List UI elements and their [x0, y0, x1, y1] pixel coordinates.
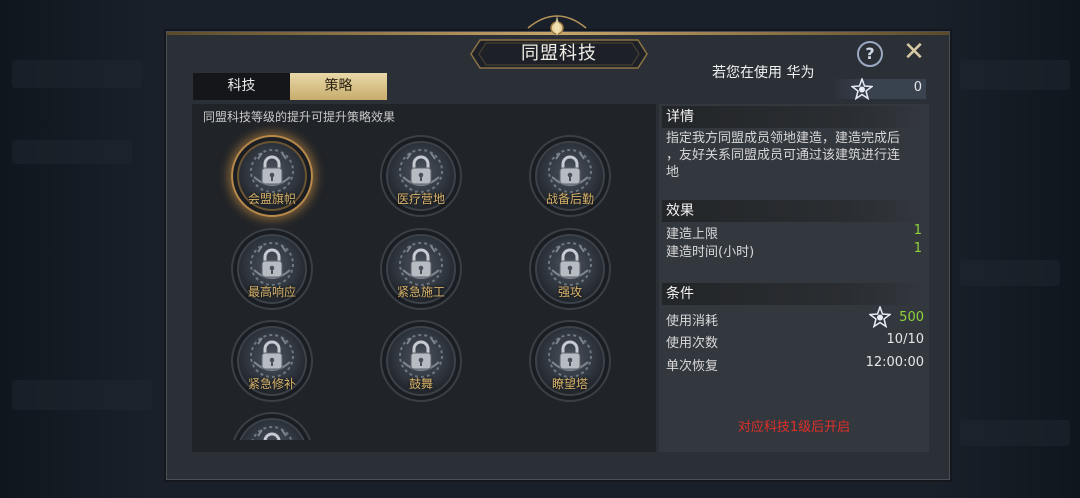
strategy-node[interactable]: 最高响应	[231, 228, 313, 310]
tab-bar: 科技 策略	[193, 73, 387, 100]
recover-label: 单次恢复	[666, 359, 719, 374]
details-line-3: 地	[666, 165, 680, 180]
node-label: 鼓舞	[408, 377, 433, 391]
star-crystal-icon	[869, 306, 891, 328]
lock-icon	[409, 155, 433, 185]
strategy-node[interactable]: 紧急修补	[231, 320, 313, 402]
tab-strategy[interactable]: 策略	[290, 73, 387, 100]
effect-label-time: 建造时间(小时)	[666, 245, 755, 260]
node-label: 战备后勤	[545, 192, 594, 206]
strategy-node[interactable]: 紧急施工	[380, 228, 462, 310]
node-label: 医疗营地	[396, 192, 445, 206]
cost-value: 500	[899, 310, 924, 325]
notice-text: 若您在使用 华为	[712, 65, 815, 81]
node-label: 紧急施工	[396, 285, 445, 299]
help-icon[interactable]: ?	[857, 41, 883, 67]
strategy-description: 同盟科技等级的提升可提升策略效果	[203, 110, 396, 124]
tab-tech[interactable]: 科技	[193, 73, 290, 100]
lock-icon	[260, 248, 284, 278]
strategy-node[interactable]: 医疗营地	[380, 135, 462, 217]
lock-icon	[260, 432, 284, 440]
resource-amount: 0	[913, 80, 922, 95]
strategy-node[interactable]: 战备后勤	[529, 135, 611, 217]
node-label: 瞭望塔	[551, 377, 588, 391]
window-title: 同盟科技	[521, 43, 597, 64]
details-line-2: ，友好关系同盟成员可通过该建筑进行连	[666, 148, 901, 163]
details-heading: 详情	[662, 106, 926, 128]
effect-value-cap: 1	[913, 223, 922, 238]
lock-icon	[558, 340, 582, 370]
lock-icon	[260, 340, 284, 370]
effects-heading: 效果	[662, 200, 926, 222]
strategy-node[interactable]: 会盟旗帜	[231, 135, 313, 217]
star-crystal-icon	[851, 78, 873, 100]
close-icon[interactable]: ✕	[902, 39, 926, 65]
strategy-node[interactable]: 强攻	[529, 228, 611, 310]
node-label: 紧急修补	[247, 377, 296, 391]
cost-label: 使用消耗	[666, 314, 719, 329]
node-label: 最高响应	[247, 285, 296, 299]
lock-icon	[409, 248, 433, 278]
recover-value: 12:00:00	[865, 355, 924, 370]
node-label: 强攻	[557, 285, 582, 299]
strategy-node[interactable]	[231, 412, 313, 440]
lock-icon	[260, 155, 284, 185]
effect-value-time: 1	[913, 241, 922, 256]
lock-icon	[558, 155, 582, 185]
uses-value: 10/10	[886, 332, 924, 347]
lock-icon	[558, 248, 582, 278]
unlock-requirement: 对应科技1级后开启	[737, 420, 851, 435]
effect-label-cap: 建造上限	[666, 227, 719, 242]
node-label: 会盟旗帜	[247, 192, 296, 206]
lock-icon	[409, 340, 433, 370]
strategy-node[interactable]: 鼓舞	[380, 320, 462, 402]
strategy-node[interactable]: 瞭望塔	[529, 320, 611, 402]
conditions-heading: 条件	[662, 283, 926, 305]
uses-label: 使用次数	[666, 336, 719, 351]
crest-ornament-icon	[527, 15, 587, 36]
